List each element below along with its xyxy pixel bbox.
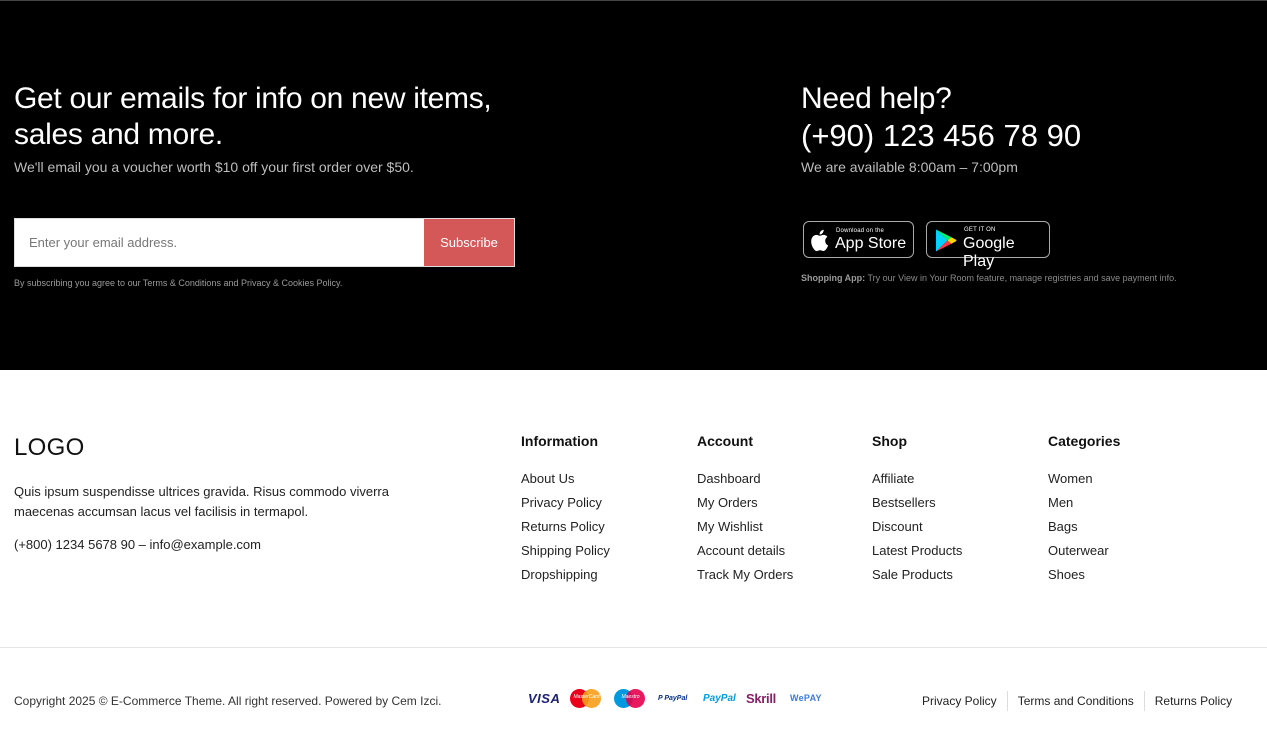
newsletter-terms: By subscribing you agree to our Terms & … [14,278,343,288]
column-title: Account [697,433,753,449]
footer-link[interactable]: Shipping Policy [521,543,610,567]
column-title: Information [521,433,598,449]
footer-column-information: Information About Us Privacy Policy Retu… [521,433,610,591]
mastercard-text: MasterCard [573,694,600,700]
footer-link[interactable]: My Orders [697,495,793,519]
wepay-icon: WePAY [790,693,822,703]
footer-logo[interactable]: LOGO [14,434,85,462]
newsletter-section: Get our emails for info on new items, sa… [0,0,1267,370]
help-title: Need help? [801,82,952,115]
footer-about-text: Quis ipsum suspendisse ultrices gravida.… [14,484,389,519]
footer-link[interactable]: About Us [521,471,610,495]
help-phone[interactable]: (+90) 123 456 78 90 [801,117,1081,155]
footer-link[interactable]: Track My Orders [697,567,793,591]
footer-link[interactable]: Dropshipping [521,567,610,591]
legal-link-terms[interactable]: Terms and Conditions [1008,691,1144,711]
maestro-icon: Maestro [614,688,647,708]
visa-icon: VISA [528,690,561,706]
footer-link[interactable]: Account details [697,543,793,567]
google-play-big-text: Google Play [963,235,1015,270]
subscribe-button[interactable]: Subscribe [424,219,514,266]
footer-contact: (+800) 1234 5678 90 – info@example.com [14,537,261,552]
shopping-app-label: Shopping App: [801,273,866,283]
footer-link[interactable]: Privacy Policy [521,495,610,519]
legal-link-returns[interactable]: Returns Policy [1145,691,1242,711]
email-input[interactable] [15,219,423,266]
newsletter-title: Get our emails for info on new items, sa… [14,82,492,151]
legal-link-privacy[interactable]: Privacy Policy [912,691,1007,711]
maestro-text: Maestro [621,694,640,700]
footer-column-account: Account Dashboard My Orders My Wishlist … [697,433,793,591]
column-title: Categories [1048,433,1121,449]
footer-column-shop: Shop Affiliate Bestsellers Discount Late… [872,433,962,591]
footer-link[interactable]: Bestsellers [872,495,962,519]
google-play-small-text: GET IT ON [964,227,996,233]
copyright-text: Copyright 2025 © E-Commerce Theme. All r… [14,694,442,708]
google-play-icon [936,229,957,252]
footer-link[interactable]: Bags [1048,519,1120,543]
footer-column-categories: Categories Women Men Bags Outerwear Shoe… [1048,433,1120,591]
footer-link[interactable]: Latest Products [872,543,962,567]
mastercard-icon: MasterCard [570,688,603,708]
footer-link[interactable]: Men [1048,495,1120,519]
newsletter-subtitle: We'll email you a voucher worth $10 off … [14,159,414,175]
footer-link[interactable]: Discount [872,519,962,543]
apple-icon [811,229,829,252]
footer-link[interactable]: Returns Policy [521,519,610,543]
footer-link[interactable]: Sale Products [872,567,962,591]
footer-link[interactable]: Affiliate [872,471,962,495]
app-store-small-text: Download on the [836,228,885,234]
footer-divider [0,647,1267,648]
app-store-badge[interactable]: Download on the App Store [803,221,914,258]
paypal-icon: PayPal [703,692,736,704]
google-play-badge[interactable]: GET IT ON Google Play [926,221,1050,270]
footer-link[interactable]: Women [1048,471,1120,495]
newsletter-form: Subscribe [14,218,515,267]
footer-link[interactable]: Shoes [1048,567,1120,591]
help-hours: We are available 8:00am – 7:00pm [801,159,1018,175]
footer-link[interactable]: Dashboard [697,471,793,495]
paypal-small-icon: P PayPal [658,694,688,702]
footer-link[interactable]: Outerwear [1048,543,1120,567]
shopping-app-note: Shopping App: Try our View in Your Room … [801,273,1177,283]
shopping-app-text: Try our View in Your Room feature, manag… [865,273,1177,283]
column-title: Shop [872,433,907,449]
legal-links: Privacy Policy Terms and Conditions Retu… [912,691,1242,711]
app-store-big-text: App Store [835,235,907,252]
footer-link[interactable]: My Wishlist [697,519,793,543]
skrill-icon: Skrill [746,690,776,706]
